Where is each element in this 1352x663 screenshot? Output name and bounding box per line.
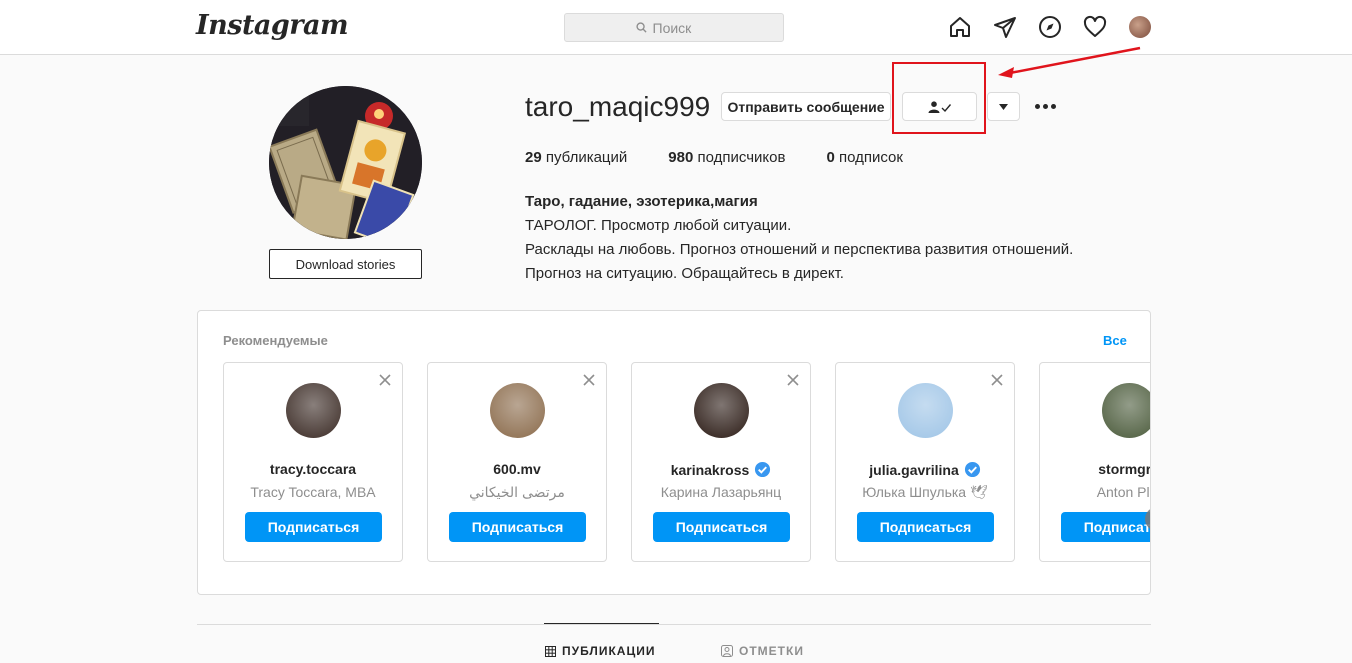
posts-count: 29 публикаций — [525, 149, 628, 166]
bio-name: Таро, гадание, эзотерика,магия — [525, 193, 758, 210]
suggestion-avatar[interactable] — [694, 383, 749, 438]
follow-button[interactable]: Подписаться — [449, 512, 586, 542]
suggestion-card: karinakross Карина Лазарьянц Подписаться — [631, 362, 811, 562]
profile-picture[interactable] — [269, 86, 422, 239]
tab-posts-label: ПУБЛИКАЦИИ — [562, 644, 656, 658]
instagram-logo[interactable]: Instagram — [196, 10, 349, 41]
more-dot-icon — [1034, 104, 1040, 109]
suggestion-username[interactable]: karinakross — [632, 461, 810, 478]
profile-stats: 29 публикаций 980 подписчиков 0 подписок — [525, 149, 903, 166]
more-dot-icon — [1050, 104, 1056, 109]
annotation-arrow — [998, 46, 1141, 78]
suggestion-fullname: Tracy Toccara, MBA — [250, 484, 376, 500]
follow-button[interactable]: Подписаться — [653, 512, 790, 542]
close-icon[interactable] — [990, 373, 1004, 387]
profile-username: taro_maqic999 — [525, 91, 711, 122]
tabs-divider — [197, 624, 1151, 625]
suggestion-cards: tracy.toccara Tracy Toccara, MBA Подписать… — [223, 362, 1150, 562]
close-icon[interactable] — [378, 373, 392, 387]
more-dot-icon — [1042, 104, 1048, 109]
direct-messages-icon[interactable] — [993, 15, 1017, 39]
close-icon[interactable] — [786, 373, 800, 387]
suggestion-fullname: Карина Лазарьянц — [660, 484, 782, 500]
following-count[interactable]: 0 подписок — [826, 149, 902, 166]
verified-badge-icon — [755, 461, 771, 478]
suggested-accounts-dropdown-button[interactable] — [987, 92, 1020, 121]
profile-bio: Таро, гадание, эзотерика,магия ТАРОЛОГ. … — [525, 190, 1073, 286]
grid-icon — [545, 645, 556, 657]
active-tab-indicator — [544, 623, 659, 624]
verified-badge-icon — [964, 461, 980, 478]
activity-heart-icon[interactable] — [1083, 15, 1107, 39]
search-input[interactable] — [652, 19, 713, 36]
bio-line: Расклады на любовь. Прогноз отношений и … — [525, 241, 1074, 258]
follow-button[interactable]: Подписаться — [857, 512, 994, 542]
search-box[interactable] — [564, 13, 784, 42]
bio-line: Прогноз на ситуацию. Обращайтесь в дирек… — [525, 265, 844, 282]
suggestion-card: julia.gavrilina Юлька Шпулька 🕊 Подписатьс… — [835, 362, 1015, 562]
close-icon[interactable] — [582, 373, 596, 387]
tab-tagged-label: ОТМЕТКИ — [739, 644, 804, 658]
suggestion-avatar[interactable] — [286, 383, 341, 438]
annotation-highlight-box — [892, 62, 986, 134]
suggestion-username[interactable]: julia.gavrilina — [836, 461, 1014, 478]
suggestion-username[interactable]: 600.mv — [428, 461, 606, 477]
suggestion-fullname: مرتضى الخيكاني — [469, 484, 565, 500]
home-icon[interactable] — [948, 15, 972, 39]
suggestion-card: 600.mv مرتضى الخيكاني Подписаться — [427, 362, 607, 562]
more-options-button[interactable] — [1031, 93, 1059, 120]
suggested-accounts-panel: Рекомендуемые Все tracy.toccara Tracy Toc… — [197, 310, 1151, 595]
explore-compass-icon[interactable] — [1038, 15, 1062, 39]
caret-down-icon — [999, 103, 1008, 110]
tarot-cards-image — [269, 86, 422, 239]
suggestion-avatar[interactable] — [490, 383, 545, 438]
suggestion-card: stormgro Anton Plut Подписаться — [1039, 362, 1150, 562]
tab-tagged[interactable]: ОТМЕТКИ — [721, 644, 804, 658]
suggestion-avatar[interactable] — [1102, 383, 1150, 438]
suggestions-title: Рекомендуемые — [223, 333, 328, 348]
suggestion-card: tracy.toccara Tracy Toccara, MBA Подписать… — [223, 362, 403, 562]
download-stories-button[interactable]: Download stories — [269, 249, 422, 279]
search-icon — [635, 22, 647, 33]
own-profile-avatar[interactable] — [1129, 16, 1151, 38]
tab-posts[interactable]: ПУБЛИКАЦИИ — [545, 644, 655, 658]
bio-line: ТАРОЛОГ. Просмотр любой ситуации. — [525, 217, 792, 234]
tagged-person-icon — [721, 645, 733, 657]
see-all-link[interactable]: Все — [1103, 333, 1127, 348]
follow-button[interactable]: Подписаться — [245, 512, 382, 542]
suggestion-username[interactable]: tracy.toccara — [224, 461, 402, 477]
followers-count[interactable]: 980 подписчиков — [668, 149, 785, 166]
follow-button[interactable]: Подписаться — [1061, 512, 1150, 542]
suggestion-avatar[interactable] — [898, 383, 953, 438]
suggestion-fullname: Anton Plut — [1096, 484, 1150, 500]
suggestion-username[interactable]: stormgro — [1040, 461, 1150, 477]
suggestion-fullname: Юлька Шпулька 🕊 — [862, 484, 988, 500]
send-message-button[interactable]: Отправить сообщение — [721, 92, 891, 121]
